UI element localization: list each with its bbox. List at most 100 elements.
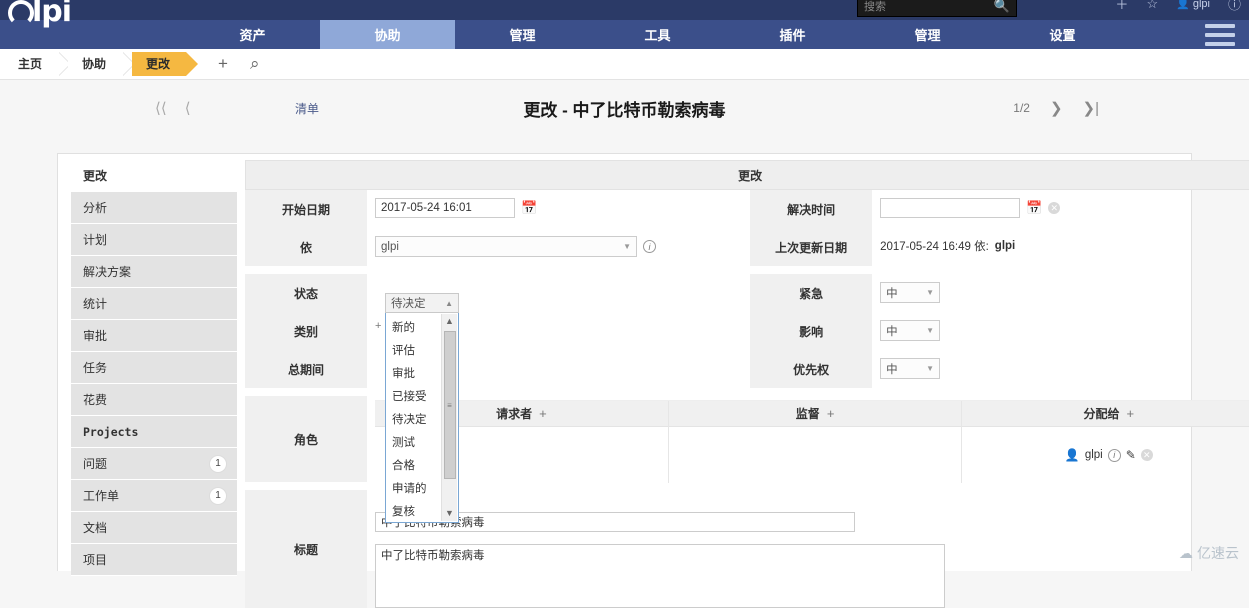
actor-body [669, 427, 962, 483]
pagination-right: 1/2 ❯ ❯| [1013, 99, 1099, 117]
last-update-author[interactable]: glpi [995, 238, 1015, 252]
nav-item-assistance[interactable]: 协助 [320, 20, 455, 49]
plus-icon[interactable]: ＋ [1115, 0, 1128, 13]
field-duration: 总期间 [245, 350, 750, 388]
resolve-time-input[interactable] [880, 198, 1021, 218]
add-icon[interactable]: + [827, 406, 835, 421]
next-page-button[interactable]: ❯ [1050, 99, 1063, 117]
sidebar-item-label: 任务 [83, 360, 108, 375]
field-label: 优先权 [750, 350, 873, 388]
nav-item-plugins[interactable]: 插件 [725, 20, 860, 49]
breadcrumb-tools: + ⌕ [218, 54, 259, 74]
status-dropdown[interactable]: 待决定 ▲ 新的 评估 审批 已接受 待决定 测试 合格 申请的 复核 ▲ ≡ … [385, 293, 459, 523]
breadcrumb-item-changes[interactable]: 更改 [132, 52, 199, 76]
breadcrumb-item-assistance[interactable]: 协助 [68, 52, 136, 76]
actor-label: 分配给 [1083, 407, 1120, 421]
actor-label: 请求者 [496, 407, 533, 421]
page-counter: 1/2 [1013, 101, 1030, 115]
nav-item-settings[interactable]: 设置 [995, 20, 1130, 49]
content-panel: 更改 分析 计划 解决方案 统计 审批 任务 花费 Projects 问题 1 [57, 153, 1249, 608]
field-urgency: 紧急 中 ▼ [750, 274, 1249, 312]
global-search-box[interactable]: 搜索 🔍 [857, 0, 1017, 17]
scrollbar-thumb[interactable]: ≡ [443, 331, 456, 479]
calendar-icon[interactable]: 📅 [1026, 200, 1042, 216]
impact-select[interactable]: 中 ▼ [880, 320, 941, 341]
by-select[interactable]: glpi ▼ [375, 236, 637, 257]
hamburger-menu-icon[interactable] [1205, 24, 1235, 46]
user-icon: 👤 [1064, 448, 1080, 462]
priority-select[interactable]: 中 ▼ [880, 358, 941, 379]
field-label: 标题 [245, 490, 367, 608]
sidebar-item-analysis[interactable]: 分析 [71, 192, 237, 224]
dropdown-scrollbar[interactable]: ▲ ≡ ▼ [441, 314, 457, 521]
sidebar-item-cost[interactable]: 花费 [71, 384, 237, 416]
status-dropdown-toggle[interactable]: 待决定 ▲ [385, 293, 459, 313]
user-account-icon[interactable]: 👤 glpi [1176, 0, 1210, 10]
field-label: 角色 [245, 396, 367, 482]
sidebar-item-plan[interactable]: 计划 [71, 224, 237, 256]
add-icon[interactable]: + [1127, 406, 1135, 421]
info-icon[interactable]: i [1107, 448, 1121, 462]
main-navigation: 资产 协助 管理 工具 插件 管理 设置 [0, 20, 1249, 49]
glpi-logo[interactable]: lpi [8, 0, 72, 28]
status-selected-value: 待决定 [391, 298, 426, 310]
watermark-text: 亿速云 [1197, 545, 1239, 561]
chevron-down-icon: ▼ [926, 288, 935, 297]
sidebar-item-solution[interactable]: 解决方案 [71, 256, 237, 288]
search-icon[interactable]: 🔍 [994, 0, 1010, 14]
breadcrumb-item-home[interactable]: 主页 [4, 52, 72, 76]
field-last-update: 上次更新日期 2017-05-24 16:49 依: glpi [750, 228, 1249, 266]
category-add-icon[interactable]: + [375, 320, 381, 332]
actor-label: 监督 [795, 407, 820, 421]
title-row: ⟨⟨ ⟨ 清单 更改 - 中了比特币勒索病毒 1/2 ❯ ❯| [0, 80, 1249, 136]
start-date-input[interactable] [375, 198, 515, 218]
global-search-input[interactable]: 搜索 [864, 0, 994, 14]
help-icon[interactable]: ⓘ [1228, 0, 1241, 13]
sidebar-item-documents[interactable]: 文档 [71, 512, 237, 544]
watermark: ☁ 亿速云 [1179, 543, 1239, 563]
status-dropdown-list[interactable]: 新的 评估 审批 已接受 待决定 测试 合格 申请的 复核 ▲ ≡ ▼ [385, 313, 459, 523]
sidebar-item-task[interactable]: 任务 [71, 352, 237, 384]
field-by: 依 glpi ▼ i [245, 228, 750, 266]
last-update-value: 2017-05-24 16:49 依: [880, 241, 989, 253]
nav-item-admin[interactable]: 管理 [860, 20, 995, 49]
sidebar-item-label: Projects [83, 424, 139, 439]
sidebar-item-label: 问题 [83, 456, 108, 471]
clear-icon[interactable]: ✕ [1048, 202, 1061, 214]
scroll-down-icon[interactable]: ▼ [445, 506, 454, 521]
sidebar-item-approval[interactable]: 审批 [71, 320, 237, 352]
top-icon-group: ＋ ☆ 👤 glpi ⓘ [1115, 0, 1241, 13]
chevron-down-icon: ▼ [926, 364, 935, 373]
assigned-user-name: glpi [1084, 449, 1103, 461]
calendar-icon[interactable]: 📅 [521, 200, 537, 216]
sidebar-item-label: 计划 [83, 232, 108, 247]
nav-item-tools[interactable]: 工具 [590, 20, 725, 49]
info-icon[interactable]: i [643, 240, 656, 253]
bookmark-icon[interactable]: ☆ [1146, 0, 1158, 12]
actor-body: 👤 glpi i ✎ ✕ [962, 427, 1249, 483]
nav-item-assets[interactable]: 资产 [185, 20, 320, 49]
sidebar-item-tickets[interactable]: 工作单 1 [71, 480, 237, 512]
sidebar: 更改 分析 计划 解决方案 统计 审批 任务 花费 Projects 问题 1 [58, 154, 245, 576]
sidebar-item-label: 解决方案 [83, 264, 132, 279]
field-label: 总期间 [245, 350, 367, 388]
sidebar-item-change[interactable]: 更改 [71, 160, 237, 192]
sidebar-item-problems[interactable]: 问题 1 [71, 448, 237, 480]
urgency-select[interactable]: 中 ▼ [880, 282, 941, 303]
chevron-up-icon: ▲ [445, 298, 453, 308]
add-icon[interactable]: + [539, 406, 547, 421]
last-page-button[interactable]: ❯| [1083, 99, 1099, 117]
sidebar-item-items[interactable]: 项目 [71, 544, 237, 576]
sidebar-badge: 1 [209, 486, 227, 505]
field-category: 类别 + [245, 312, 750, 350]
scroll-up-icon[interactable]: ▲ [445, 314, 454, 329]
remove-icon[interactable]: ✕ [1140, 449, 1153, 461]
sidebar-item-projects[interactable]: Projects [71, 416, 237, 448]
field-label: 解决时间 [750, 190, 873, 228]
edit-icon[interactable]: ✎ [1126, 448, 1136, 462]
sidebar-item-label: 花费 [83, 392, 108, 407]
sidebar-item-statistics[interactable]: 统计 [71, 288, 237, 320]
add-icon[interactable]: + [218, 54, 228, 74]
nav-item-management[interactable]: 管理 [455, 20, 590, 49]
search-icon[interactable]: ⌕ [250, 54, 260, 74]
